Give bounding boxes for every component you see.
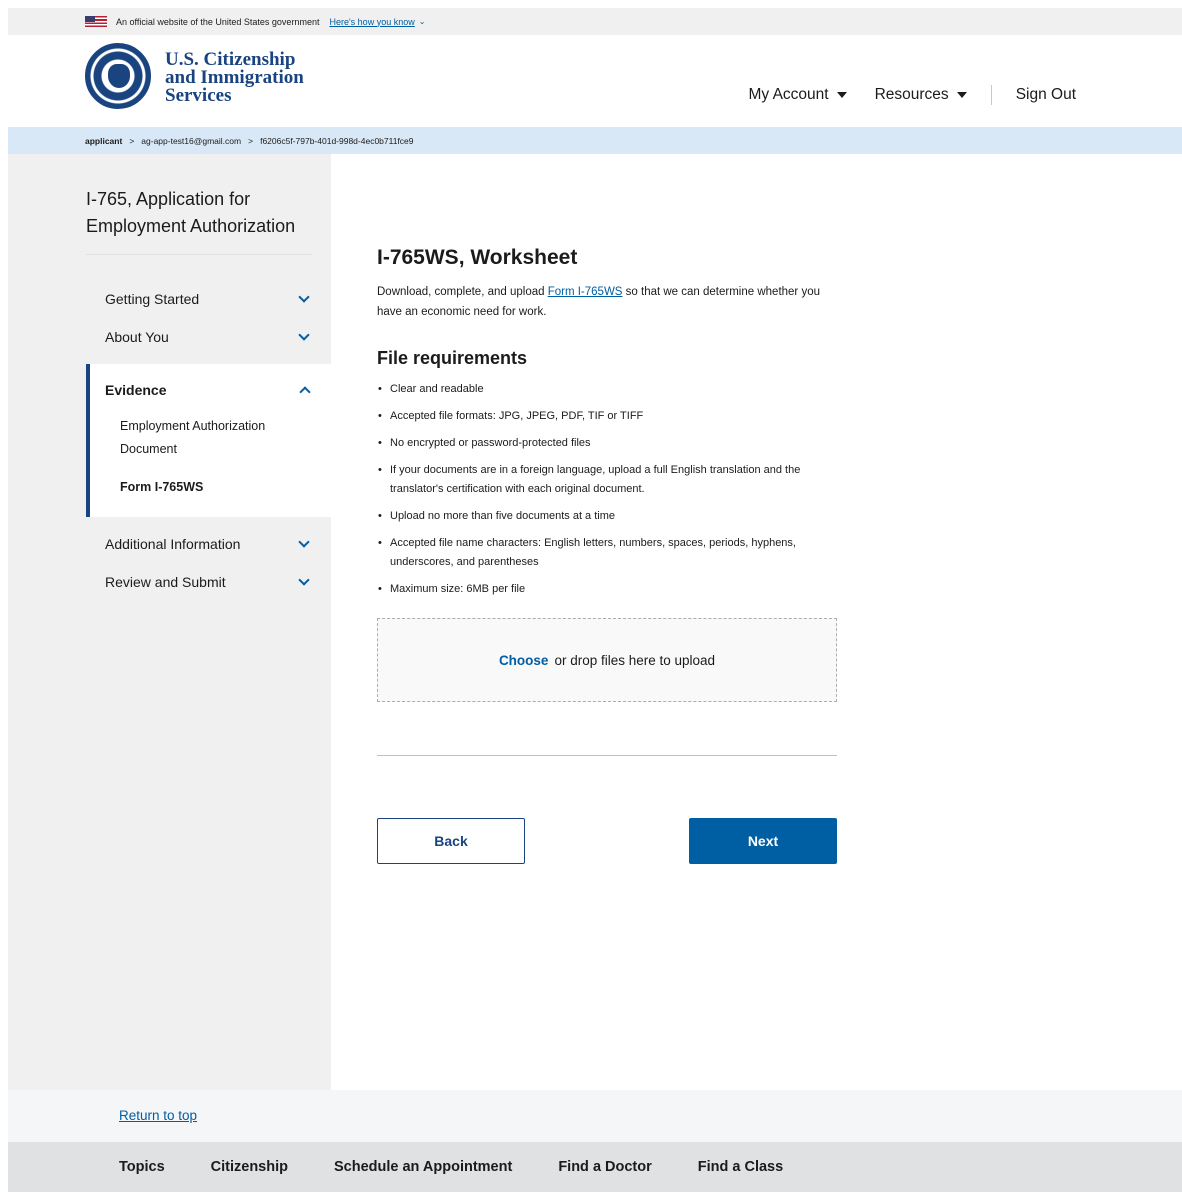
sidebar-item-label: About You [105, 329, 169, 345]
breadcrumb-item-case-id: f6206c5f-797b-401d-998d-4ec0b711fce9 [260, 135, 414, 146]
next-button[interactable]: Next [689, 818, 837, 864]
sidebar-item-label: Evidence [105, 382, 167, 398]
list-item: If your documents are in a foreign langu… [375, 461, 845, 499]
sidebar-subitem-ead[interactable]: Employment Authorization Document [120, 415, 290, 461]
chevron-down-icon[interactable]: ⌄ [419, 17, 426, 26]
page: An official website of the United States… [8, 8, 1182, 1192]
agency-logo-text[interactable]: U.S. Citizenship and Immigration Service… [165, 50, 304, 106]
eagle-icon [108, 64, 130, 88]
file-requirements-list: Clear and readable Accepted file formats… [375, 380, 845, 607]
choose-files-button[interactable]: Choose [499, 653, 549, 668]
footer-link-find-class[interactable]: Find a Class [698, 1159, 783, 1175]
list-item: Maximum size: 6MB per file [375, 580, 845, 599]
sidebar-item-getting-started[interactable]: Getting Started [105, 288, 312, 310]
breadcrumb-item-email[interactable]: ag-app-test16@gmail.com [141, 136, 241, 146]
sidebar-item-about-you[interactable]: About You [105, 326, 312, 348]
footer-link-citizenship[interactable]: Citizenship [211, 1159, 288, 1175]
footer-link-topics[interactable]: Topics [119, 1159, 165, 1175]
caret-down-icon [956, 92, 967, 98]
logo-line-3: Services [165, 85, 232, 106]
intro-text-before: Download, complete, and upload [377, 286, 548, 298]
sidebar: I-765, Application for Employment Author… [8, 154, 331, 1090]
chevron-up-icon [299, 386, 311, 398]
list-item: Accepted file formats: JPG, JPEG, PDF, T… [375, 407, 845, 426]
back-button[interactable]: Back [377, 818, 525, 864]
list-item: Accepted file name characters: English l… [375, 534, 845, 572]
sidebar-item-evidence[interactable]: Evidence [105, 382, 313, 398]
form-i765ws-link[interactable]: Form I-765WS [548, 286, 623, 298]
dhs-seal-logo[interactable] [85, 43, 151, 109]
sidebar-section-evidence: Evidence Employment Authorization Docume… [86, 364, 331, 517]
breadcrumb: applicant > ag-app-test16@gmail.com > f6… [8, 127, 1182, 154]
sidebar-subitem-form-i765ws[interactable]: Form I-765WS [120, 476, 203, 499]
breadcrumb-separator: > [129, 135, 135, 146]
resources-label: Resources [874, 86, 949, 103]
breadcrumb-item-applicant[interactable]: applicant [85, 136, 122, 146]
site-header: U.S. Citizenship and Immigration Service… [8, 35, 1182, 127]
nav-divider [990, 85, 992, 105]
return-to-top-link[interactable]: Return to top [119, 1108, 197, 1123]
footer-link-find-doctor[interactable]: Find a Doctor [558, 1159, 651, 1175]
footer-nav: Topics Citizenship Schedule an Appointme… [8, 1142, 1182, 1192]
footer-return-bar: Return to top [8, 1090, 1182, 1142]
caret-down-icon [836, 92, 847, 98]
list-item: Clear and readable [375, 380, 845, 399]
dropzone-text: or drop files here to upload [554, 652, 716, 668]
header-nav: My Account Resources Sign Out [748, 83, 1182, 107]
chevron-down-icon [298, 574, 310, 586]
list-item: No encrypted or password-protected files [375, 434, 845, 453]
file-requirements-heading: File requirements [377, 348, 528, 368]
intro-text: Download, complete, and upload Form I-76… [377, 282, 847, 322]
footer-link-schedule-appointment[interactable]: Schedule an Appointment [334, 1159, 512, 1175]
sidebar-item-label: Getting Started [105, 291, 200, 307]
form-title: I-765, Application for Employment Author… [86, 189, 296, 236]
sidebar-item-label: Additional Information [105, 536, 241, 552]
chevron-down-icon [298, 329, 310, 341]
my-account-label: My Account [748, 86, 829, 103]
sign-out-link[interactable]: Sign Out [1016, 86, 1076, 104]
gov-banner: An official website of the United States… [8, 8, 1182, 35]
chevron-down-icon [298, 536, 310, 548]
resources-menu[interactable]: Resources [875, 86, 967, 104]
breadcrumb-separator: > [248, 135, 254, 146]
heres-how-you-know-link[interactable]: Here's how you know [329, 17, 414, 27]
us-flag-icon [85, 16, 107, 27]
page-title: I-765WS, Worksheet [377, 246, 578, 269]
file-upload-dropzone[interactable]: Choose or drop files here to upload [377, 618, 837, 702]
sidebar-divider [86, 254, 312, 255]
sidebar-item-additional-information[interactable]: Additional Information [105, 533, 312, 555]
section-divider [377, 755, 837, 756]
gov-banner-text: An official website of the United States… [116, 16, 320, 27]
sidebar-item-review-and-submit[interactable]: Review and Submit [105, 571, 312, 593]
chevron-down-icon [298, 291, 310, 303]
my-account-menu[interactable]: My Account [748, 86, 847, 104]
sidebar-item-label: Review and Submit [105, 574, 226, 590]
list-item: Upload no more than five documents at a … [375, 507, 845, 526]
